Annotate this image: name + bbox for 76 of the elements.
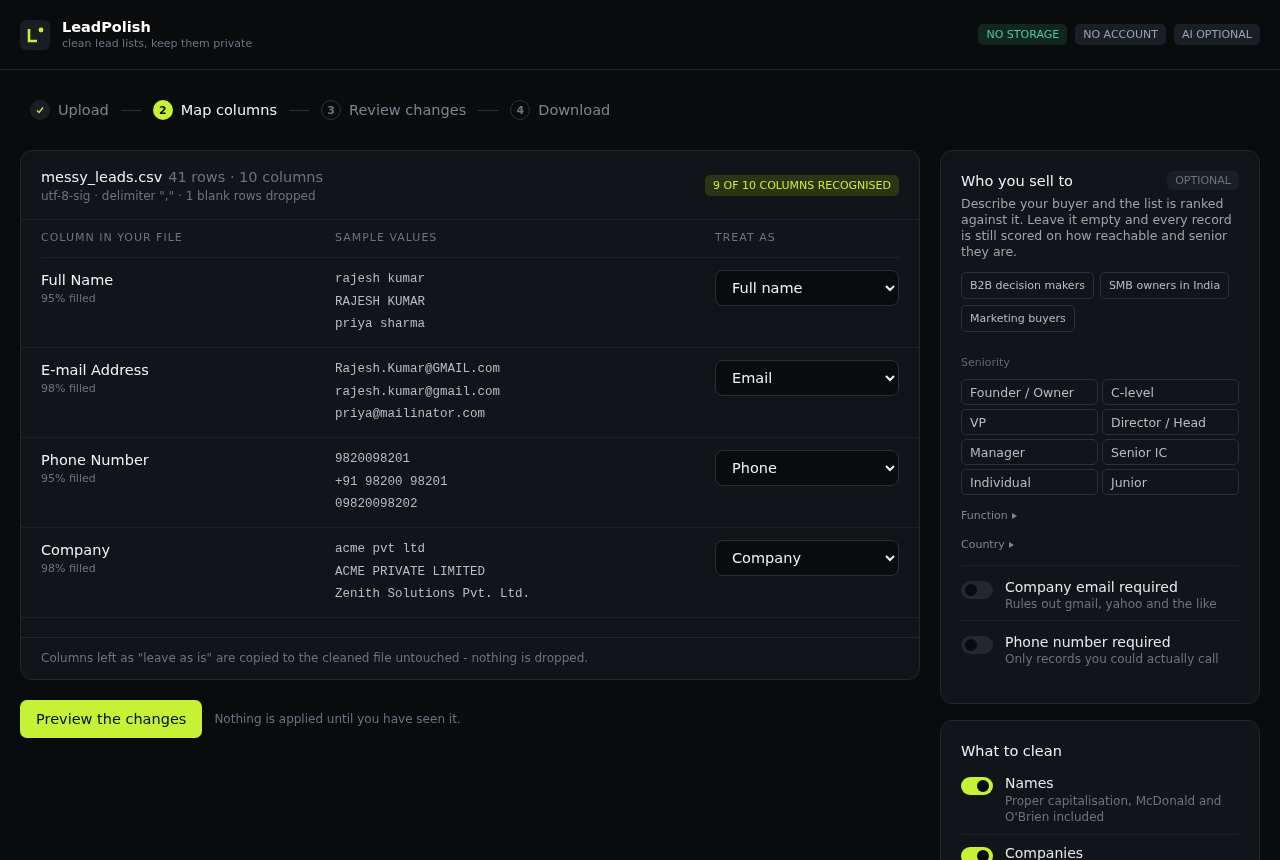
sample-value: priya sharma (335, 316, 426, 333)
toggle-switch[interactable] (961, 581, 993, 599)
toggle-label: Company email required (1005, 579, 1179, 595)
logo-icon (20, 19, 50, 50)
recognised-badge: 9 OF 10 COLUMNS RECOGNISED (705, 174, 899, 196)
table-footnote: Columns left as "leave as is" are copied to the cleaned file untouched - nothing is dropped. (21, 637, 919, 679)
treat-as-select[interactable]: Company (715, 540, 899, 576)
panel-title: Who you sell to (961, 172, 1073, 189)
preset-chip[interactable]: Marketing buyers (961, 305, 1075, 332)
toggle-switch[interactable] (961, 777, 993, 795)
panel-title: What to clean (961, 743, 1063, 759)
sample-value: Zenith Solutions Pvt. Ltd. (335, 586, 532, 603)
feature-badge: NO STORAGE (978, 24, 1068, 45)
column-name: Full Name (41, 272, 115, 288)
option-label: Names (1005, 775, 1055, 791)
sample-value: 9820098201 (335, 451, 411, 468)
column-header: TREAT AS (715, 220, 899, 258)
seniority-chip[interactable]: VP (961, 409, 1098, 435)
sample-value: acme pvt ltd (335, 541, 426, 558)
preview-button[interactable]: Preview the changes (20, 700, 203, 738)
fill-rate: 95% filled (41, 472, 97, 485)
seniority-chip[interactable]: Senior IC (1102, 439, 1239, 465)
filter-toggle[interactable]: Function (961, 509, 1008, 522)
fill-rate: 95% filled (41, 292, 97, 305)
step-label[interactable]: Review changes (348, 102, 467, 118)
file-summary: 41 rows · 10 columns (168, 169, 324, 185)
column-name: E-mail Address (41, 362, 150, 378)
sample-value: +91 98200 98201 (335, 473, 449, 491)
treat-as-select[interactable]: Phone (715, 450, 899, 486)
preset-chip[interactable]: SMB owners in India (1099, 272, 1230, 299)
panel-description: Describe your buyer and the list is ranked against it. Leave it empty and every record is still scored on how reachable and senior they are. (961, 196, 1233, 260)
step-number: 2 (152, 100, 173, 120)
column-header: COLUMN IN YOUR FILE (41, 220, 335, 258)
toggle-switch[interactable] (961, 636, 993, 654)
step-label[interactable]: Upload (58, 102, 109, 118)
seniority-chip[interactable]: Individual (961, 469, 1098, 495)
sample-value: RAJESH KUMAR (335, 293, 426, 311)
sample-value: ACME PRIVATE LIMITED (335, 563, 487, 581)
caret-icon[interactable] (1008, 541, 1014, 548)
sample-value: Rajesh.Kumar@GMAIL.com (335, 361, 502, 378)
seniority-chip[interactable]: C-level (1102, 379, 1239, 405)
caret-icon[interactable] (1011, 512, 1017, 519)
preset-chip[interactable]: B2B decision makers (961, 272, 1094, 299)
step-label[interactable]: Map columns (180, 102, 277, 118)
seniority-chip[interactable]: Junior (1102, 469, 1239, 495)
seniority-chip[interactable]: Founder / Owner (961, 379, 1098, 405)
file-name: messy_leads.csv (41, 169, 163, 185)
optional-badge: OPTIONAL (1167, 171, 1239, 190)
column-header: SAMPLE VALUES (335, 220, 715, 258)
treat-as-select[interactable]: Email (715, 360, 899, 396)
preview-note: Nothing is applied until you have seen it. (214, 712, 461, 726)
sample-value: priya@mailinator.com (335, 406, 487, 423)
fill-rate: 98% filled (41, 382, 97, 395)
filter-toggle[interactable]: Country (961, 538, 1005, 551)
feature-badge: NO ACCOUNT (1075, 24, 1166, 45)
step-label[interactable]: Download (538, 102, 611, 118)
app-name: LeadPolish (62, 19, 152, 35)
feature-badge: AI OPTIONAL (1173, 24, 1260, 45)
toggle-label: Phone number required (1005, 634, 1172, 650)
option-label: Companies (1005, 845, 1084, 860)
fill-rate: 98% filled (41, 562, 97, 575)
file-details: utf-8-sig · delimiter "," · 1 blank rows dropped (41, 189, 317, 203)
sample-value: rajesh kumar (335, 271, 426, 288)
seniority-chip[interactable]: Manager (961, 439, 1098, 465)
app-tagline: clean lead lists, keep them private (62, 37, 253, 50)
sample-value: rajesh.kumar@gmail.com (335, 383, 502, 401)
section-label: Seniority (961, 356, 1011, 369)
seniority-chip[interactable]: Director / Head (1102, 409, 1239, 435)
column-name: Phone Number (41, 452, 150, 468)
sample-value: 09820098202 (335, 496, 419, 513)
column-name: Company (41, 542, 111, 558)
treat-as-select[interactable]: Full name (715, 270, 899, 306)
option-hint: Proper capitalisation, McDonald and O'Brien included (1005, 793, 1223, 825)
toggle-hint: Rules out gmail, yahoo and the like (1005, 597, 1217, 611)
toggle-hint: Only records you could actually call (1005, 652, 1219, 666)
toggle-switch[interactable] (961, 847, 993, 860)
